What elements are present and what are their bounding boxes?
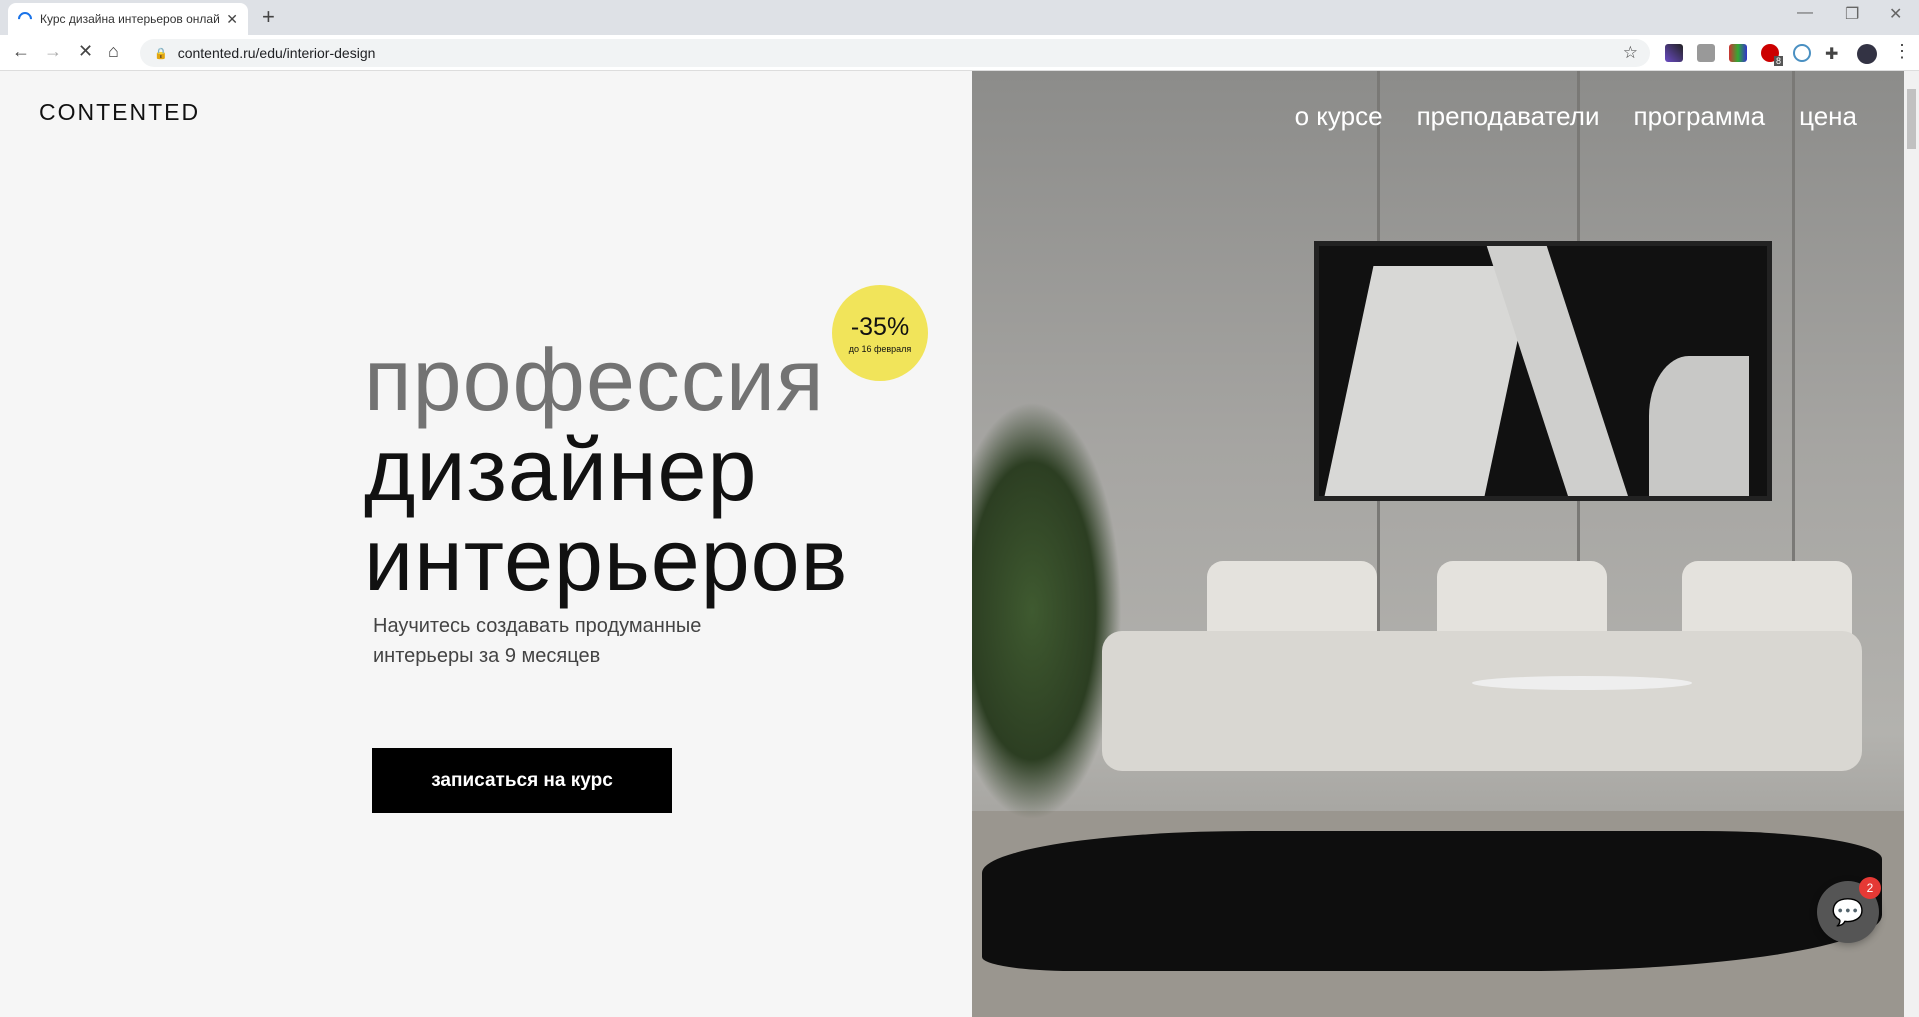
hero-left: CONTENTED профессия дизайнер интерьеров … [0, 71, 972, 1017]
bookmark-star-icon[interactable]: ☆ [1623, 43, 1638, 63]
nav-program[interactable]: программа [1633, 101, 1765, 132]
main-nav: о курсе преподаватели программа цена [1295, 101, 1857, 132]
hero-image-living-room: о курсе преподаватели программа цена [972, 71, 1904, 1017]
subtitle-line: Научитесь создавать продуманные [373, 615, 702, 637]
headline-line-3: интерьеров [364, 510, 849, 609]
headline-line-1: профессия [364, 330, 825, 429]
profile-avatar[interactable] [1857, 44, 1877, 64]
adblock-extension-icon[interactable]: 8 [1761, 44, 1783, 66]
chat-button[interactable]: 💬 2 [1817, 877, 1881, 943]
discount-deadline: до 16 февраля [848, 343, 912, 354]
url-text: contented.ru/edu/interior-design [177, 45, 376, 61]
extension-badge: 8 [1773, 56, 1783, 66]
enroll-button[interactable]: записаться на курс [372, 748, 672, 813]
home-icon[interactable]: ⌂ [108, 41, 119, 62]
nav-teachers[interactable]: преподаватели [1417, 101, 1600, 132]
headline-line-2: дизайнер [364, 420, 758, 519]
coffee-table [1472, 676, 1692, 690]
pdf-extension-icon[interactable] [1697, 44, 1715, 62]
nav-about[interactable]: о курсе [1295, 101, 1383, 132]
color-extension-icon[interactable] [1729, 44, 1747, 62]
close-window-icon[interactable]: ✕ [1889, 4, 1902, 24]
eyedropper-extension-icon[interactable] [1665, 44, 1683, 62]
subtitle-line: интерьеры за 9 месяцев [373, 645, 601, 667]
scrollbar-thumb[interactable] [1907, 89, 1916, 149]
subtitle: Научитесь создавать продуманные интерьер… [373, 611, 701, 671]
loading-icon [15, 9, 35, 29]
discount-value: -35% [850, 312, 910, 341]
plant [972, 401, 1122, 821]
painting [1314, 241, 1772, 501]
extensions-puzzle-icon[interactable]: ✚ [1825, 44, 1843, 63]
sofa [1102, 631, 1862, 771]
circle-extension-icon[interactable] [1793, 44, 1811, 62]
browser-tab[interactable]: Курс дизайна интерьеров онлайн ✕ [8, 3, 248, 35]
tab-bar: Курс дизайна интерьеров онлайн ✕ + — ❐ ✕ [0, 0, 1919, 35]
discount-badge: -35% до 16 февраля [832, 285, 928, 381]
nav-price[interactable]: цена [1799, 101, 1857, 132]
address-bar[interactable]: 🔒 contented.ru/edu/interior-design ☆ [140, 39, 1650, 67]
toolbar: ← → ✕ ⌂ 🔒 contented.ru/edu/interior-desi… [0, 35, 1919, 71]
restore-icon[interactable]: ❐ [1845, 4, 1859, 24]
stop-icon[interactable]: ✕ [78, 41, 93, 62]
scrollbar[interactable] [1904, 71, 1919, 1017]
back-icon[interactable]: ← [12, 41, 30, 62]
lock-icon: 🔒 [154, 47, 168, 60]
new-tab-button[interactable]: + [262, 4, 275, 30]
rug [982, 831, 1882, 971]
tab-title: Курс дизайна интерьеров онлайн [40, 12, 221, 26]
menu-dots-icon[interactable]: ⋮ [1893, 41, 1911, 62]
page: CONTENTED профессия дизайнер интерьеров … [0, 71, 1919, 1017]
minimize-icon[interactable]: — [1797, 4, 1813, 22]
chat-unread-count: 2 [1859, 877, 1881, 899]
forward-icon[interactable]: → [44, 41, 62, 62]
close-tab-icon[interactable]: ✕ [226, 11, 238, 28]
chat-bubble-icon: 💬 [1831, 896, 1865, 927]
logo[interactable]: CONTENTED [39, 99, 200, 126]
